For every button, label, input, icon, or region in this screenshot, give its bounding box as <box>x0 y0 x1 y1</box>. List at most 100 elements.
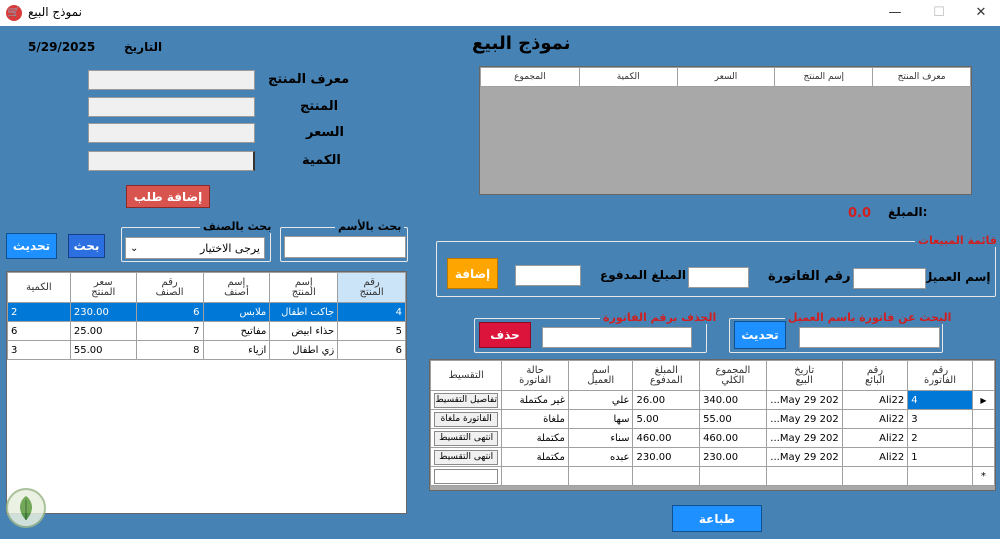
col-installment[interactable]: التقسيط <box>429 360 503 391</box>
table-row[interactable]: 4 جاكت اطفال ملابس 6 230.00 2 <box>7 302 406 322</box>
search-name-input[interactable] <box>284 236 406 258</box>
table-cell: زي اطفال <box>269 340 339 360</box>
col-order-product-id[interactable]: معرف المنتج <box>872 67 971 87</box>
col-order-total[interactable]: المجموع <box>480 67 580 87</box>
table-cell: 5.00 <box>632 409 701 429</box>
col-invoice-number[interactable]: رقم الفاتورة <box>907 360 973 391</box>
date-label: التاريخ <box>124 40 163 54</box>
table-cell: Ali22 <box>841 428 909 448</box>
invoice-number-input[interactable] <box>688 267 749 288</box>
add-sale-button[interactable]: إضافة <box>447 258 498 289</box>
table-cell: 25.00 <box>69 321 137 341</box>
table-cell: جاكت اطفال <box>269 302 339 322</box>
sales-list-title: قائمة المبيعات <box>915 234 1000 247</box>
table-cell: ازياء <box>202 340 271 360</box>
quantity-label: الكمية <box>302 153 341 168</box>
table-cell: May 29 202... <box>765 428 843 448</box>
search-by-category-title: بحث بالصنف <box>200 220 275 233</box>
installment-button[interactable]: انتهى التقسيط <box>434 449 499 465</box>
delete-invoice-input[interactable] <box>542 327 692 348</box>
col-paid-amount[interactable]: المبلغ المدفوع <box>632 360 701 391</box>
col-product-price[interactable]: سعر المنتج <box>69 272 137 303</box>
row-header-corner <box>971 360 996 391</box>
product-id-field[interactable] <box>88 70 255 90</box>
new-row[interactable]: * <box>429 466 996 486</box>
customer-name-input[interactable] <box>853 268 926 289</box>
category-dropdown[interactable]: ⌄ يرجى الاختيار <box>125 237 265 259</box>
table-cell: 230.00 <box>69 302 137 322</box>
table-cell <box>765 466 843 486</box>
col-product-number[interactable]: رقم المنتج <box>337 272 406 303</box>
date-value: 5/29/2025 <box>28 40 96 54</box>
leaf-icon <box>20 496 32 520</box>
col-category-number[interactable]: رقم الصنف <box>135 272 204 303</box>
title-bar <box>0 0 1000 26</box>
quantity-field[interactable] <box>88 151 255 171</box>
paid-amount-input[interactable] <box>515 265 581 286</box>
col-order-quantity[interactable]: الكمية <box>578 67 678 87</box>
col-order-product-name[interactable]: إسم المنتج <box>774 67 874 87</box>
row-header-cell <box>971 409 996 429</box>
table-cell: 340.00 <box>699 390 767 410</box>
installment-button[interactable]: تفاصيل التقسيط <box>434 392 499 408</box>
col-customer-name[interactable]: اسم العميل <box>567 360 634 391</box>
table-cell: 3 <box>7 340 71 360</box>
table-cell: 230.00 <box>699 447 767 467</box>
maximize-button[interactable]: ☐ <box>924 3 954 23</box>
close-button[interactable]: ✕ <box>966 3 996 23</box>
table-cell <box>567 466 634 486</box>
page-title: نموذج البيع <box>472 33 571 54</box>
table-cell: سناء <box>567 428 634 448</box>
customer-search-input[interactable] <box>799 327 940 348</box>
table-cell: 230.00 <box>632 447 701 467</box>
installment-button-empty[interactable] <box>434 468 499 484</box>
search-button[interactable]: بحث <box>68 234 105 258</box>
col-grand-total[interactable]: المجموع الكلي <box>699 360 767 391</box>
table-cell: 55.00 <box>69 340 137 360</box>
table-cell <box>632 466 701 486</box>
table-row[interactable]: ▶ 4 Ali22 May 29 202... 340.00 26.00 علي… <box>429 390 996 410</box>
table-cell: عبده <box>567 447 634 467</box>
table-row[interactable]: 6 زي اطفال ازياء 8 55.00 3 <box>7 340 406 360</box>
table-cell: 6 <box>7 321 71 341</box>
table-cell: مفاتيح <box>202 321 271 341</box>
table-cell <box>907 466 973 486</box>
refresh-products-button[interactable]: تحديث <box>6 233 57 259</box>
col-quantity[interactable]: الكمية <box>7 272 71 303</box>
table-cell: علي <box>567 390 634 410</box>
table-cell: Ali22 <box>841 390 909 410</box>
table-row[interactable]: 3 Ali22 May 29 202... 55.00 5.00 سها ملغ… <box>429 409 996 429</box>
chevron-down-icon: ⌄ <box>130 242 139 254</box>
col-seller-number[interactable]: رقم البائع <box>841 360 909 391</box>
table-row[interactable]: 2 Ali22 May 29 202... 460.00 460.00 سناء… <box>429 428 996 448</box>
installment-button[interactable]: الفاتورة ملغاة <box>434 411 499 427</box>
col-product-name[interactable]: إسم المنتج <box>269 272 339 303</box>
col-sale-date[interactable]: تاريخ البيع <box>765 360 843 391</box>
table-cell: 3 <box>907 409 973 429</box>
print-button[interactable]: طباعة <box>672 505 762 532</box>
table-row[interactable]: 1 Ali22 May 29 202... 230.00 230.00 عبده… <box>429 447 996 467</box>
col-order-price[interactable]: السعر <box>676 67 776 87</box>
refresh-invoices-button[interactable]: تحديث <box>734 321 786 349</box>
minimize-button[interactable]: — <box>880 3 910 23</box>
product-name-label: المنتج <box>300 99 339 114</box>
table-row[interactable]: 5 حذاء ابيض مفاتيح 7 25.00 6 <box>7 321 406 341</box>
product-name-field[interactable] <box>88 97 255 117</box>
order-grid[interactable]: معرف المنتج إسم المنتج السعر الكمية المج… <box>479 66 972 195</box>
product-id-label: معرف المنتج <box>268 72 350 87</box>
col-invoice-status[interactable]: حالة الفاتورة <box>501 360 569 391</box>
row-header-cell <box>971 447 996 467</box>
add-order-button[interactable]: إضافة طلب <box>126 185 210 208</box>
col-category-name[interactable]: إسم أصنف <box>202 272 271 303</box>
table-cell: ملابس <box>202 302 271 322</box>
price-field[interactable] <box>88 123 255 143</box>
invoices-grid[interactable]: رقم الفاتورة رقم البائع تاريخ البيع المج… <box>429 359 996 491</box>
installment-button[interactable]: انتهى التقسيط <box>434 430 499 446</box>
delete-invoice-button[interactable]: حذف <box>479 322 531 348</box>
table-cell: 4 <box>907 390 973 410</box>
products-grid[interactable]: رقم المنتج إسم المنتج إسم أصنف رقم الصنف… <box>6 271 407 514</box>
table-cell: سها <box>567 409 634 429</box>
table-cell: Ali22 <box>841 409 909 429</box>
app-icon: 🛒 <box>6 5 22 21</box>
current-row-indicator: ▶ <box>971 390 996 410</box>
